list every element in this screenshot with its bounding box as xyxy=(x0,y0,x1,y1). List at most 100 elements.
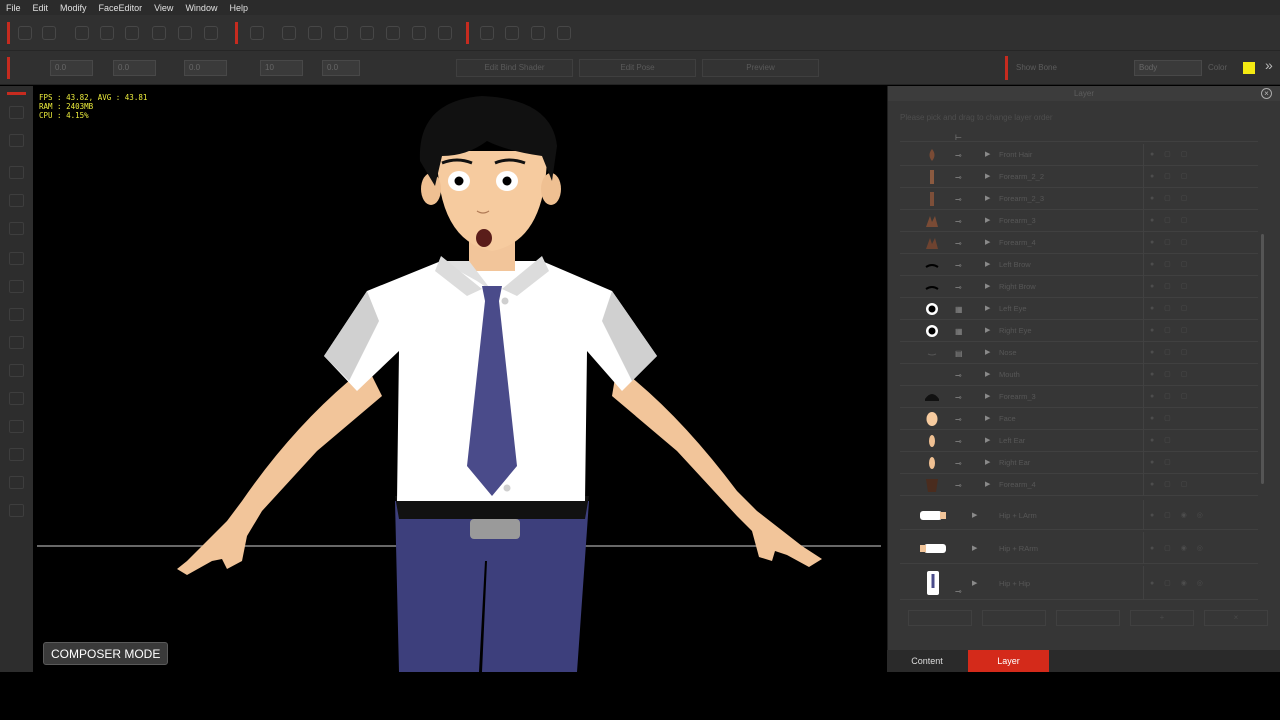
bone-icon[interactable]: ⊸ xyxy=(955,436,968,447)
tool-icon[interactable] xyxy=(9,448,24,461)
tool-icon[interactable] xyxy=(9,280,24,293)
expand-arrow-icon[interactable]: ▶ xyxy=(985,172,990,180)
group-row[interactable]: ▶ Hip + LArm ● ▢ ◉ ◎ xyxy=(900,500,1258,530)
layer-row[interactable]: ⊸ ▶ Front Hair ● ▢ ▢ xyxy=(900,144,1258,166)
bone-icon[interactable]: ⊸ xyxy=(955,194,968,205)
layer-row[interactable]: ⊸ ▶ Right Brow ● ▢ ▢ xyxy=(900,276,1258,298)
bone-icon[interactable]: ⊸ xyxy=(955,480,968,491)
menu-file[interactable]: File xyxy=(0,3,27,13)
visibility-controls[interactable]: ● ▢ ▢ xyxy=(1150,348,1191,356)
opacity-field[interactable]: 0.0 xyxy=(322,60,360,76)
tool-icon[interactable] xyxy=(9,476,24,489)
add-layer-button[interactable]: + xyxy=(1130,610,1194,626)
tool-icon[interactable] xyxy=(557,26,571,40)
expand-arrow-icon[interactable]: ▶ xyxy=(985,458,990,466)
left-arm[interactable] xyxy=(177,366,382,575)
tab-layer[interactable]: Layer xyxy=(968,650,1049,672)
bone-icon[interactable]: ⊸ xyxy=(955,392,968,403)
color-swatch[interactable] xyxy=(1243,62,1255,74)
layer-scrollbar[interactable] xyxy=(1261,234,1264,484)
visibility-controls[interactable]: ● ▢ ◉ ◎ xyxy=(1150,511,1207,519)
tool-icon[interactable] xyxy=(9,364,24,377)
layer-row[interactable]: ⊸ ▶ Left Brow ● ▢ ▢ xyxy=(900,254,1258,276)
tool-icon[interactable] xyxy=(204,26,218,40)
tool-icon[interactable] xyxy=(178,26,192,40)
expand-arrow-icon[interactable]: ▶ xyxy=(985,392,990,400)
expand-arrow-icon[interactable]: ▶ xyxy=(985,238,990,246)
mesh-icon[interactable] xyxy=(282,26,296,40)
body-dropdown[interactable]: Body xyxy=(1134,60,1202,76)
show-bone-checkbox[interactable]: Show Bone xyxy=(1016,63,1057,72)
layer-row[interactable]: ⊸ ▶ Forearm_3 ● ▢ ▢ xyxy=(900,386,1258,408)
grid-icon[interactable]: ▦ xyxy=(955,304,968,315)
expand-arrow-icon[interactable]: ▶ xyxy=(985,414,990,422)
expand-arrow-icon[interactable]: ▶ xyxy=(985,436,990,444)
bone-icon[interactable]: ⊸ xyxy=(955,216,968,227)
expand-arrow-icon[interactable]: ▶ xyxy=(985,348,990,356)
visibility-controls[interactable]: ● ▢ ▢ xyxy=(1150,150,1191,158)
expand-arrow-icon[interactable]: ▶ xyxy=(985,194,990,202)
layer-row[interactable]: ▦ ▶ Left Eye ● ▢ ▢ xyxy=(900,298,1258,320)
rotate-icon[interactable] xyxy=(100,26,114,40)
tool-icon[interactable] xyxy=(9,392,24,405)
layer-action-button[interactable] xyxy=(1056,610,1120,626)
position-y-field[interactable]: 0.0 xyxy=(113,60,156,76)
rotation-field[interactable]: 0.0 xyxy=(184,60,227,76)
layer-row[interactable]: ⊸ ▶ Face ● ▢ xyxy=(900,408,1258,430)
layer-row[interactable]: ▦ ▶ Right Eye ● ▢ ▢ xyxy=(900,320,1258,342)
bone-icon[interactable]: ⊸ xyxy=(955,586,968,597)
visibility-controls[interactable]: ● ▢ xyxy=(1150,458,1175,466)
doc-icon[interactable]: ▤ xyxy=(955,348,968,359)
tool-icon[interactable] xyxy=(386,26,400,40)
layer-action-button[interactable] xyxy=(982,610,1046,626)
expand-arrow-icon[interactable]: ▶ xyxy=(972,511,977,519)
pin-icon[interactable] xyxy=(308,26,322,40)
face[interactable] xyxy=(437,151,547,251)
position-x-field[interactable]: 0.0 xyxy=(50,60,93,76)
menu-view[interactable]: View xyxy=(148,3,179,13)
select-icon[interactable] xyxy=(75,26,89,40)
tool-icon[interactable] xyxy=(9,106,24,119)
delete-layer-button[interactable]: × xyxy=(1204,610,1268,626)
visibility-controls[interactable]: ● ▢ ▢ xyxy=(1150,172,1191,180)
edit-bind-shader-button[interactable]: Edit Bind Shader xyxy=(456,59,573,77)
scale-field[interactable]: 10 xyxy=(260,60,303,76)
tab-content[interactable]: Content xyxy=(887,650,967,672)
visibility-controls[interactable]: ● ▢ ▢ xyxy=(1150,194,1191,202)
layer-list[interactable]: ⊢ ⊸ ▶ Front Hair ● ▢ ▢ ⊸ ▶ Forearm_2_2 ●… xyxy=(900,132,1258,602)
expand-arrow-icon[interactable]: ▶ xyxy=(985,216,990,224)
bone-icon[interactable]: ⊸ xyxy=(955,458,968,469)
expand-arrow-icon[interactable]: ▶ xyxy=(985,480,990,488)
menu-window[interactable]: Window xyxy=(179,3,223,13)
layer-row[interactable]: ⊸ ▶ Right Ear ● ▢ xyxy=(900,452,1258,474)
bone-icon[interactable]: ⊸ xyxy=(955,260,968,271)
grid-icon[interactable]: ▦ xyxy=(955,326,968,337)
layer-row[interactable]: ⊸ ▶ Forearm_2_3 ● ▢ ▢ xyxy=(900,188,1258,210)
tool-icon[interactable] xyxy=(438,26,452,40)
visibility-controls[interactable]: ● ▢ ▢ xyxy=(1150,282,1191,290)
bone-icon[interactable] xyxy=(480,26,494,40)
bone-icon[interactable]: ⊸ xyxy=(955,238,968,249)
menu-face-editor[interactable]: FaceEditor xyxy=(93,3,149,13)
group-row[interactable]: ▶ Hip + RArm ● ▢ ◉ ◎ xyxy=(900,532,1258,564)
layer-action-button[interactable] xyxy=(908,610,972,626)
tool-icon[interactable] xyxy=(9,308,24,321)
expand-arrow-icon[interactable]: ▶ xyxy=(985,260,990,268)
visibility-controls[interactable]: ● ▢ ▢ xyxy=(1150,392,1191,400)
tool-icon[interactable] xyxy=(9,504,24,517)
bone-icon[interactable]: ⊸ xyxy=(955,172,968,183)
visibility-controls[interactable]: ● ▢ ▢ xyxy=(1150,370,1191,378)
visibility-controls[interactable]: ● ▢ ▢ xyxy=(1150,260,1191,268)
expand-arrow-icon[interactable]: ▶ xyxy=(972,544,977,552)
tool-icon[interactable] xyxy=(9,166,24,179)
scale-icon[interactable] xyxy=(125,26,139,40)
group-row[interactable]: ⊸ ▶ Hip + Hip ● ▢ ◉ ◎ xyxy=(900,566,1258,600)
visibility-controls[interactable]: ● ▢ ◉ ◎ xyxy=(1150,579,1207,587)
expand-arrow-icon[interactable]: ▶ xyxy=(985,370,990,378)
preview-button[interactable]: Preview xyxy=(702,59,819,77)
tool-icon[interactable] xyxy=(9,252,24,265)
expand-arrow-icon[interactable]: ▶ xyxy=(985,282,990,290)
tool-icon[interactable] xyxy=(9,194,24,207)
visibility-controls[interactable]: ● ▢ ▢ xyxy=(1150,480,1191,488)
visibility-controls[interactable]: ● ▢ ▢ xyxy=(1150,238,1191,246)
